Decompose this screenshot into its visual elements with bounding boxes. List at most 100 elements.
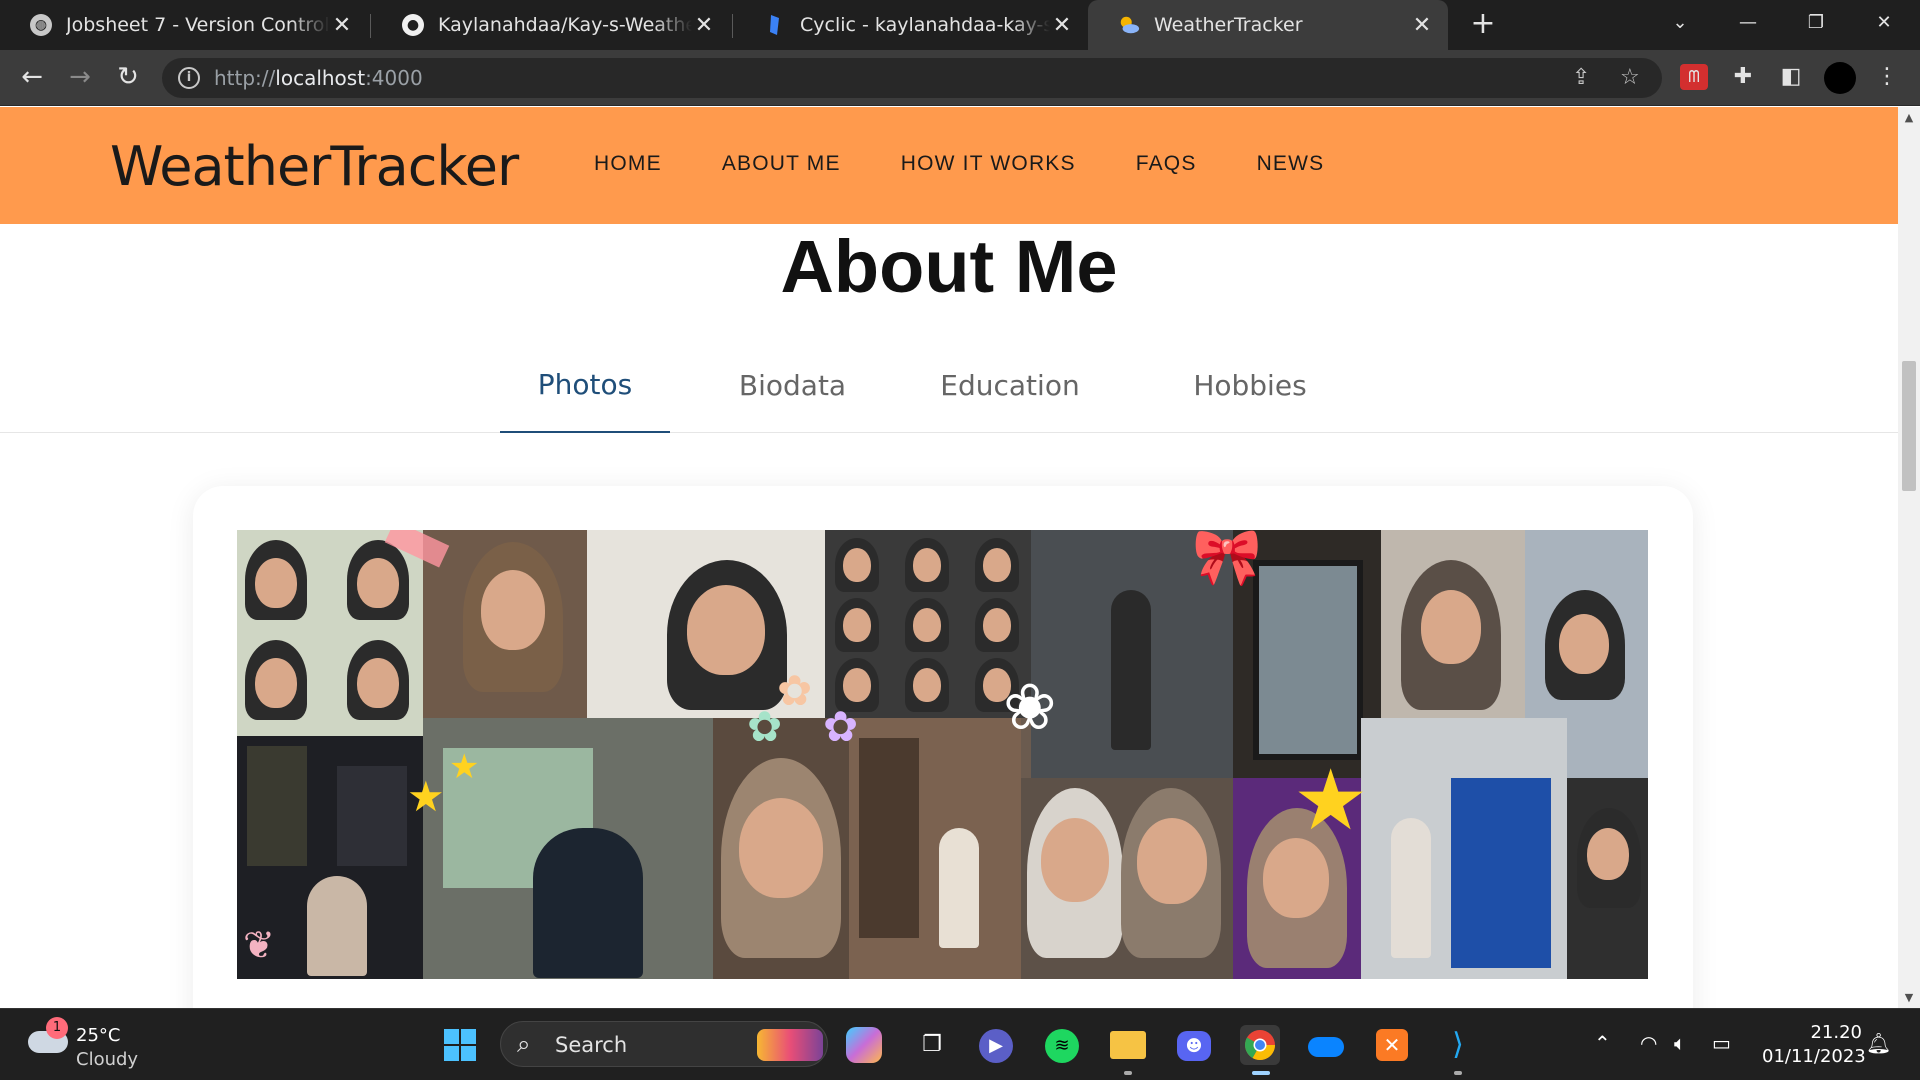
wifi-icon[interactable]: ◠ (1640, 1031, 1657, 1055)
running-indicator (1454, 1071, 1462, 1075)
tab-search-icon[interactable]: ⌄ (1648, 0, 1712, 50)
photos-card: 🎀 ✿ ✿ ✿ ❀ ★ ★ ★ ❦ (193, 486, 1693, 1008)
nav-how-it-works[interactable]: HOW IT WORKS (901, 152, 1076, 176)
address-bar[interactable]: i http://localhost:4000 ⇪ ☆ (162, 58, 1662, 98)
tab-divider (370, 14, 371, 38)
nav-faqs[interactable]: FAQS (1136, 152, 1197, 176)
close-icon[interactable]: ✕ (692, 13, 716, 38)
share-icon[interactable]: ⇪ (1572, 65, 1590, 90)
site-brand[interactable]: WeatherTracker (110, 135, 519, 198)
cyclic-icon (764, 14, 786, 36)
browser-tab-strip: ◍ Jobsheet 7 - Version Control and ✕ ● K… (0, 0, 1920, 50)
copilot-icon[interactable] (846, 1027, 882, 1063)
tab-title: Jobsheet 7 - Version Control and (66, 14, 330, 36)
onedrive-icon[interactable] (1306, 1025, 1346, 1065)
volume-icon[interactable]: 🔈︎ (1674, 1031, 1686, 1055)
battery-icon[interactable]: ▭ (1712, 1031, 1731, 1055)
flower-sticker-icon: ✿ (777, 666, 813, 715)
address-url: http://localhost:4000 (214, 66, 423, 90)
system-clock[interactable]: 21.20 01/11/2023 (1762, 1021, 1866, 1069)
extensions-puzzle-icon[interactable]: ✚ (1728, 62, 1758, 92)
flower-sticker-icon: ✿ (823, 702, 859, 751)
star-sticker-icon: ★ (1293, 751, 1369, 849)
minimize-icon[interactable]: — (1716, 0, 1780, 50)
globe-icon: ◍ (30, 14, 52, 36)
search-label: Search (555, 1033, 628, 1057)
running-indicator (1252, 1071, 1270, 1075)
weather-icon (1118, 14, 1140, 36)
weather-widget[interactable]: 1 25°C Cloudy (26, 1017, 146, 1073)
notification-bell-icon[interactable]: 🔔︎ (1866, 1031, 1891, 1055)
tab-divider (732, 14, 733, 38)
tab-photos[interactable]: Photos (500, 337, 670, 433)
bow-sticker-icon: 🎀 (1192, 530, 1262, 590)
taskbar-search[interactable]: ⌕ Search (500, 1021, 828, 1067)
chrome-icon[interactable] (1240, 1025, 1280, 1065)
browser-tab-cyclic[interactable]: Cyclic - kaylanahdaa-kay-s-weat ✕ (734, 0, 1088, 50)
tab-title: WeatherTracker (1154, 14, 1303, 36)
xampp-icon[interactable]: ✕ (1372, 1025, 1412, 1065)
browser-tab-weathertracker[interactable]: WeatherTracker ✕ (1088, 0, 1448, 50)
profile-avatar[interactable] (1824, 62, 1856, 94)
page-title: About Me (780, 225, 1118, 308)
close-icon[interactable]: ✕ (1410, 13, 1434, 38)
discord-icon[interactable]: ☻ (1174, 1025, 1214, 1065)
collage-photo (423, 530, 587, 718)
close-window-icon[interactable]: ✕ (1852, 0, 1916, 50)
nav-home[interactable]: HOME (594, 152, 662, 176)
site-info-icon[interactable]: i (178, 67, 200, 89)
collage-photo (1381, 530, 1525, 718)
page-scrollbar[interactable]: ▲ ▼ (1898, 107, 1920, 1008)
browser-tab-jobsheet[interactable]: ◍ Jobsheet 7 - Version Control and ✕ (0, 0, 368, 50)
scroll-up-icon[interactable]: ▲ (1902, 111, 1916, 124)
tab-title: Kaylanahdaa/Kay-s-WeatherTrac (438, 14, 692, 36)
menu-kebab-icon[interactable]: ⋮ (1872, 62, 1902, 92)
file-explorer-icon[interactable] (1108, 1025, 1148, 1065)
tab-biodata[interactable]: Biodata (710, 337, 875, 433)
page-viewport: WeatherTracker HOME ABOUT ME HOW IT WORK… (0, 107, 1898, 1008)
task-view-icon[interactable]: ❐ (912, 1025, 952, 1065)
collage-photo (713, 718, 849, 979)
mendeley-extension-icon[interactable]: ᗰ (1680, 64, 1708, 90)
close-icon[interactable]: ✕ (330, 13, 354, 38)
search-icon: ⌕ (517, 1030, 531, 1058)
nav-news[interactable]: NEWS (1257, 152, 1325, 176)
bookmark-star-icon[interactable]: ☆ (1620, 65, 1640, 90)
back-icon[interactable]: ← (14, 60, 50, 96)
video-call-icon[interactable]: ▶ (976, 1025, 1016, 1065)
show-hidden-icons-icon[interactable]: ⌃ (1594, 1031, 1611, 1055)
side-panel-icon[interactable]: ◧ (1776, 62, 1806, 92)
star-sticker-icon: ★ (407, 772, 445, 821)
about-tabs: Photos Biodata Education Hobbies (0, 337, 1898, 433)
flower-sticker-icon: ✿ (747, 702, 783, 751)
restore-icon[interactable]: ❐ (1784, 0, 1848, 50)
running-indicator (1124, 1071, 1132, 1075)
site-navbar: WeatherTracker HOME ABOUT ME HOW IT WORK… (0, 107, 1898, 224)
collage-photo (825, 530, 1031, 718)
browser-toolbar: ← → ↻ i http://localhost:4000 ⇪ ☆ ᗰ ✚ ◧ … (0, 50, 1920, 106)
taskbar: 1 25°C Cloudy ⌕ Search ❐ ▶ ≋ ☻ ✕ ⟩ ⌃ ◠ 🔈… (0, 1008, 1920, 1080)
collage-photo (1021, 778, 1233, 979)
spotify-icon[interactable]: ≋ (1042, 1025, 1082, 1065)
clock-date: 01/11/2023 (1762, 1046, 1866, 1067)
site-menu: HOME ABOUT ME HOW IT WORKS FAQS NEWS (594, 152, 1384, 176)
forward-icon[interactable]: → (62, 60, 98, 96)
tab-education[interactable]: Education (920, 337, 1100, 433)
vscode-icon[interactable]: ⟩ (1438, 1025, 1478, 1065)
browser-tab-github[interactable]: ● Kaylanahdaa/Kay-s-WeatherTrac ✕ (372, 0, 730, 50)
nav-about-me[interactable]: ABOUT ME (722, 152, 841, 176)
tab-title: Cyclic - kaylanahdaa-kay-s-weat (800, 14, 1050, 36)
new-tab-button[interactable]: + (1466, 8, 1500, 42)
photo-collage: 🎀 ✿ ✿ ✿ ❀ ★ ★ ★ ❦ (237, 530, 1648, 979)
daisy-sticker-icon: ❀ (1003, 671, 1057, 745)
scrollbar-thumb[interactable] (1902, 361, 1916, 491)
start-windows-icon[interactable] (440, 1025, 480, 1065)
github-icon: ● (402, 14, 424, 36)
tab-hobbies[interactable]: Hobbies (1160, 337, 1340, 433)
scroll-down-icon[interactable]: ▼ (1902, 991, 1916, 1004)
star-sticker-icon: ★ (449, 747, 480, 787)
reload-icon[interactable]: ↻ (110, 60, 146, 96)
close-icon[interactable]: ✕ (1050, 13, 1074, 38)
notification-badge: 1 (46, 1017, 68, 1039)
weather-temp: 25°C (76, 1025, 121, 1046)
